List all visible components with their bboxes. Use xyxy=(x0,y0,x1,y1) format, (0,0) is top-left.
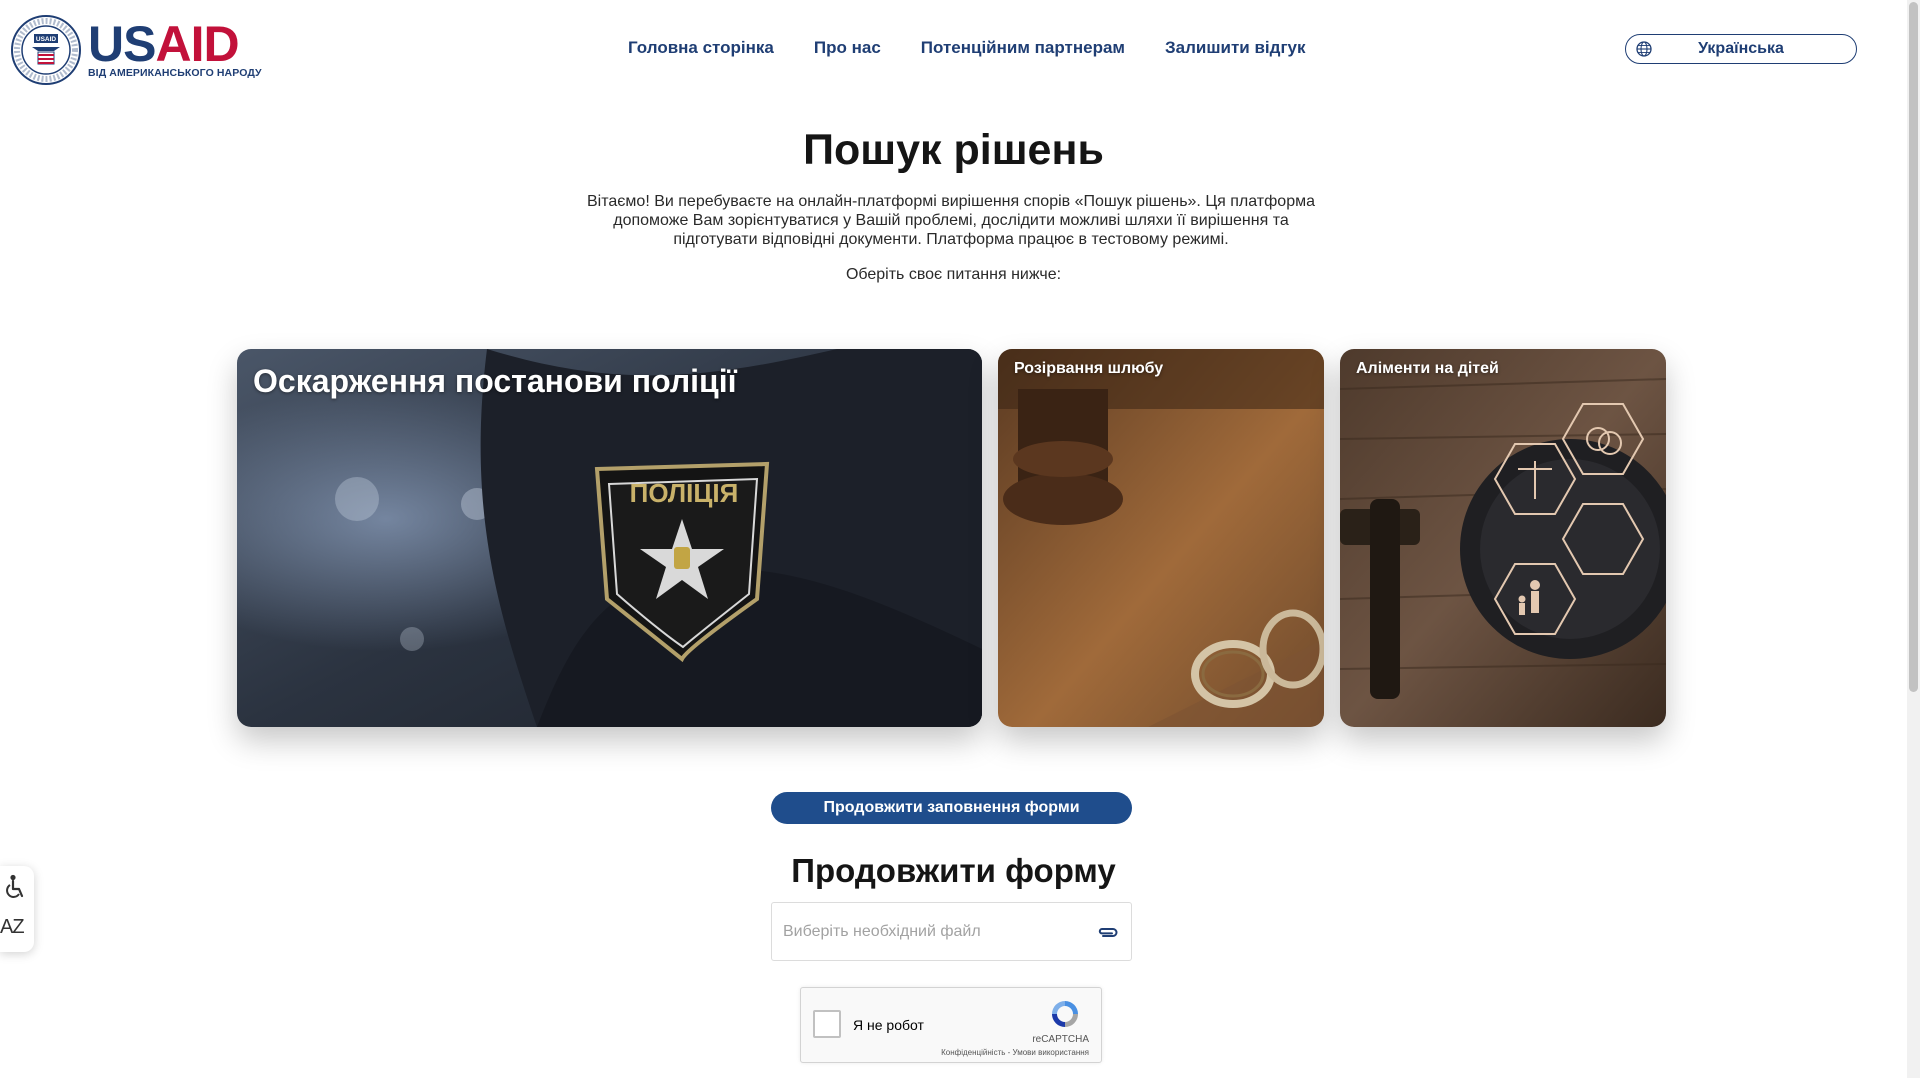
page-title: Пошук рішень xyxy=(803,126,1104,174)
page-scrollbar[interactable] xyxy=(1907,0,1920,1078)
recaptcha-widget: Я не робот reCAPTCHA Конфіденційність - … xyxy=(800,987,1102,1063)
alimony-card-image xyxy=(1340,349,1666,727)
card-title-divorce: Розірвання шлюбу xyxy=(1014,360,1164,377)
usaid-seal-icon: USAID xyxy=(11,15,81,85)
continue-filling-button[interactable]: Продовжити заповнення форми xyxy=(771,792,1132,824)
recaptcha-brand: reCAPTCHA xyxy=(1032,1034,1089,1045)
logo-wordmark: USAID xyxy=(88,19,262,69)
continue-form-title: Продовжити форму xyxy=(791,852,1116,889)
police-patch-text: ПОЛІЦІЯ xyxy=(630,478,739,508)
usaid-logo[interactable]: USAID USAID ВІД АМЕРИКАНСЬКОГО НАРОДУ xyxy=(10,14,262,86)
card-title-alimony: Аліменти на дітей xyxy=(1356,360,1499,377)
file-input-placeholder: Виберіть необхідний файл xyxy=(783,922,981,940)
nav-feedback[interactable]: Залишити відгук xyxy=(1165,38,1305,58)
recaptcha-label: Я не робот xyxy=(853,1017,924,1033)
site-header: USAID USAID ВІД АМЕРИКАНСЬКОГО НАРОДУ Го… xyxy=(0,0,1907,100)
recaptcha-checkbox[interactable] xyxy=(813,1010,841,1038)
language-label: Українська xyxy=(1698,40,1784,57)
logo-wordmark-aid: AID xyxy=(155,15,239,72)
card-alimony[interactable]: Аліменти на дітей xyxy=(1340,349,1666,727)
nav-about[interactable]: Про нас xyxy=(814,38,881,58)
scrollbar-thumb[interactable] xyxy=(1909,2,1918,692)
logo-text: USAID ВІД АМЕРИКАНСЬКОГО НАРОДУ xyxy=(88,19,262,79)
nav-home[interactable]: Головна сторінка xyxy=(628,38,774,58)
file-input[interactable]: Виберіть необхідний файл xyxy=(771,902,1132,961)
nav-partners[interactable]: Потенційним партнерам xyxy=(921,38,1125,58)
logo-wordmark-us: US xyxy=(88,15,156,72)
accessibility-widget: AZ xyxy=(0,866,34,952)
globe-icon xyxy=(1636,41,1652,57)
main-nav: Головна сторінка Про нас Потенційним пар… xyxy=(628,38,1305,58)
language-selector[interactable]: Українська xyxy=(1625,34,1857,64)
divorce-card-image xyxy=(998,349,1324,727)
seal-center-text: USAID xyxy=(36,36,57,43)
logo-tagline: ВІД АМЕРИКАНСЬКОГО НАРОДУ xyxy=(88,66,262,79)
paperclip-icon[interactable] xyxy=(1097,925,1119,939)
intro-text: Вітаємо! Ви перебуваєте на онлайн-платфо… xyxy=(586,193,1315,248)
police-card-image: ПОЛІЦІЯ xyxy=(237,349,982,727)
recaptcha-links[interactable]: Конфіденційність - Умови використання xyxy=(941,1048,1089,1057)
card-divorce[interactable]: Розірвання шлюбу xyxy=(998,349,1324,727)
wheelchair-icon[interactable] xyxy=(4,874,26,902)
card-title-police: Оскарження постанови поліції xyxy=(253,363,737,399)
card-police-appeal[interactable]: ПОЛІЦІЯ Оскарження постанови поліції xyxy=(237,349,982,727)
choose-prompt: Оберіть своє питання нижче: xyxy=(845,266,1062,283)
recaptcha-logo-icon xyxy=(1052,1001,1078,1027)
text-size-button[interactable]: AZ xyxy=(0,916,25,939)
